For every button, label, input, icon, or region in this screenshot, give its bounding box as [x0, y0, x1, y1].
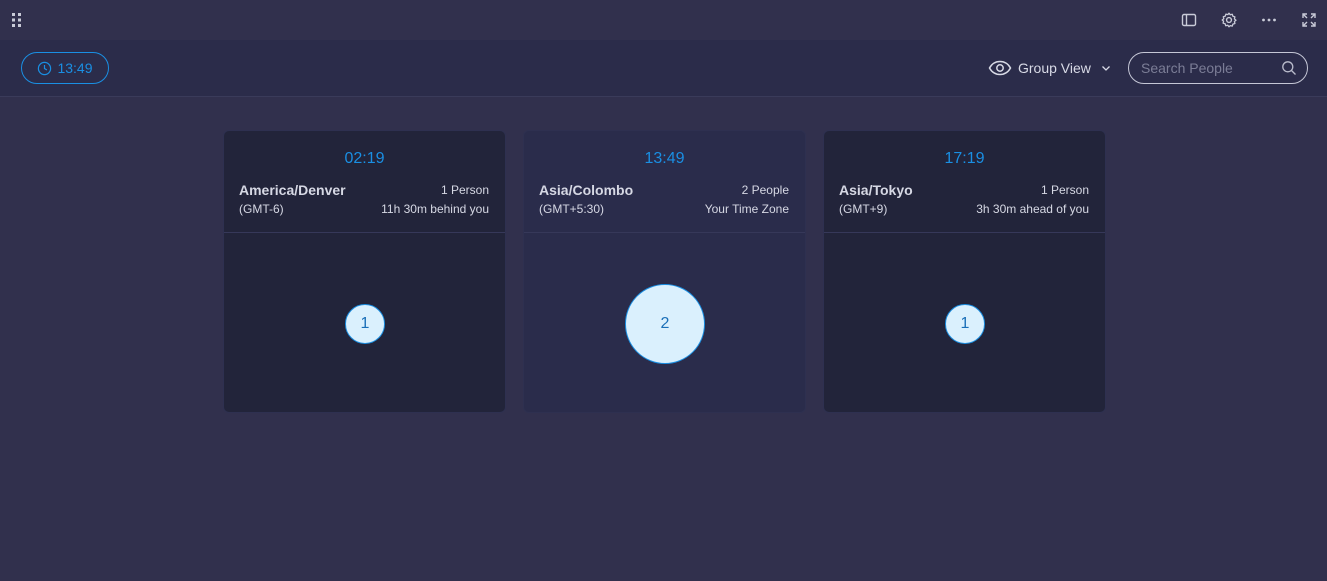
current-time-button[interactable]: 13:49: [21, 52, 109, 84]
clock-icon: [38, 61, 52, 75]
people-bubble[interactable]: 1: [345, 304, 385, 344]
search-icon[interactable]: [1281, 60, 1297, 76]
people-bubble[interactable]: 1: [945, 304, 985, 344]
timezone-card-tokyo: 17:19 Asia/Tokyo 1 Person (GMT+9) 3h 30m…: [823, 130, 1106, 413]
card-zone-name: America/Denver: [239, 182, 346, 198]
card-people-count: 1 Person: [440, 183, 489, 197]
current-time-label: 13:49: [57, 60, 93, 76]
timezone-card-denver: 02:19 America/Denver 1 Person (GMT-6) 11…: [223, 130, 506, 413]
timezone-card-colombo: 13:49 Asia/Colombo 2 People (GMT+5:30) Y…: [523, 130, 806, 413]
panel-icon[interactable]: [1179, 10, 1199, 30]
card-local-time: 13:49: [644, 150, 685, 167]
card-header: 13:49 Asia/Colombo 2 People (GMT+5:30) Y…: [524, 131, 805, 233]
card-relative-time: 11h 30m behind you: [381, 202, 489, 216]
toolbar: 13:49 Group View: [0, 40, 1327, 97]
card-gmt-offset: (GMT+5:30): [539, 202, 605, 216]
gear-icon[interactable]: [1219, 10, 1239, 30]
eye-icon: [988, 60, 1012, 76]
fullscreen-icon[interactable]: [1299, 10, 1319, 30]
card-zone-name: Asia/Colombo: [539, 182, 634, 198]
grip-icon[interactable]: [11, 13, 23, 27]
card-people-count: 2 People: [741, 183, 789, 197]
more-icon[interactable]: [1259, 10, 1279, 30]
card-relative-time: Your Time Zone: [704, 202, 789, 216]
card-local-time: 17:19: [944, 150, 985, 167]
chevron-down-icon: [1101, 66, 1110, 71]
card-zone-name: Asia/Tokyo: [839, 182, 913, 198]
card-header: 02:19 America/Denver 1 Person (GMT-6) 11…: [224, 131, 505, 233]
group-view-label: Group View: [1018, 60, 1091, 76]
card-local-time: 02:19: [344, 150, 385, 167]
card-relative-time: 3h 30m ahead of you: [976, 202, 1089, 216]
card-gmt-offset: (GMT+9): [839, 202, 888, 216]
group-view-dropdown[interactable]: Group View: [988, 57, 1111, 79]
top-bar: [0, 0, 1327, 40]
people-bubble[interactable]: 2: [625, 284, 705, 364]
search-input[interactable]: [1129, 53, 1279, 83]
card-header: 17:19 Asia/Tokyo 1 Person (GMT+9) 3h 30m…: [824, 131, 1105, 233]
search-box: [1128, 52, 1308, 84]
card-people-count: 1 Person: [1040, 183, 1089, 197]
card-gmt-offset: (GMT-6): [239, 202, 284, 216]
